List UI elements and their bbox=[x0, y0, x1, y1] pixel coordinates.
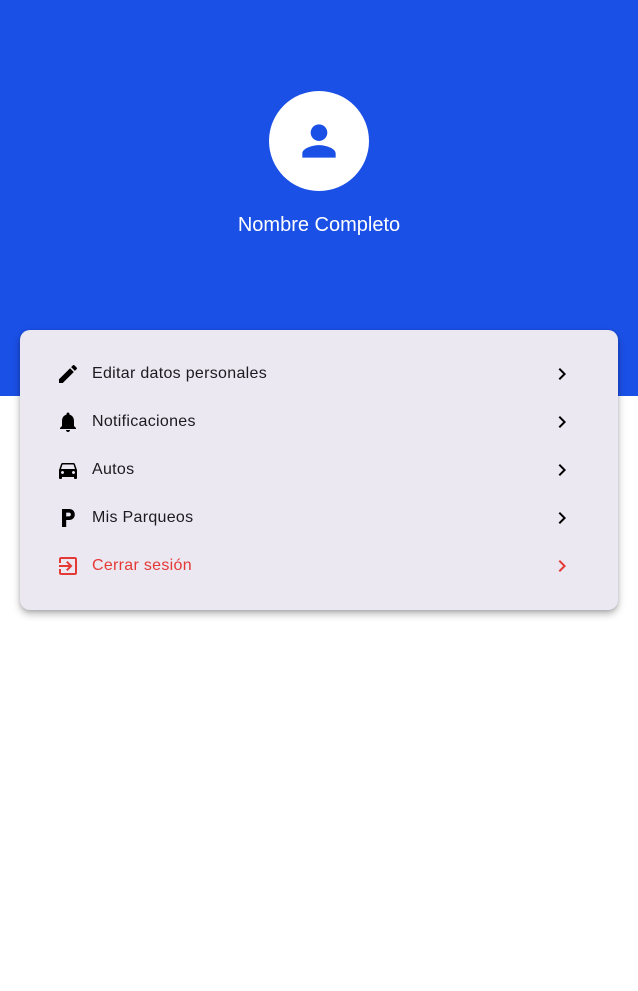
menu-item-label: Editar datos personales bbox=[92, 365, 268, 382]
menu-item-logout[interactable]: Cerrar sesión bbox=[20, 542, 618, 590]
menu-item-label: Mis Parqueos bbox=[92, 509, 194, 526]
menu-item-label: Notificaciones bbox=[92, 413, 196, 430]
chevron-right-icon bbox=[558, 416, 566, 428]
chevron-right-icon bbox=[558, 368, 566, 380]
profile-name: Nombre Completo bbox=[237, 214, 401, 236]
bell-icon bbox=[60, 412, 76, 432]
menu-item-label: Cerrar sesión bbox=[92, 557, 192, 574]
menu-item-my-parkings[interactable]: Mis Parqueos bbox=[20, 494, 618, 542]
menu-item-cars[interactable]: Autos bbox=[20, 446, 618, 494]
chevron-right-icon bbox=[558, 464, 566, 476]
menu-item-label: Autos bbox=[92, 461, 135, 478]
menu-card: Editar datos personales Notificaciones A… bbox=[20, 330, 618, 610]
car-icon bbox=[59, 463, 77, 479]
chevron-right-icon bbox=[558, 560, 566, 572]
chevron-right-icon bbox=[558, 512, 566, 524]
edit-pencil-icon bbox=[59, 364, 78, 383]
menu-item-edit-profile[interactable]: Editar datos personales bbox=[20, 350, 618, 398]
menu-item-notifications[interactable]: Notificaciones bbox=[20, 398, 618, 446]
person-icon bbox=[302, 124, 336, 158]
parking-icon bbox=[62, 509, 75, 527]
profile-screen: Nombre Completo Editar datos personales … bbox=[0, 0, 638, 991]
logout-icon bbox=[59, 557, 77, 575]
avatar bbox=[269, 91, 369, 191]
